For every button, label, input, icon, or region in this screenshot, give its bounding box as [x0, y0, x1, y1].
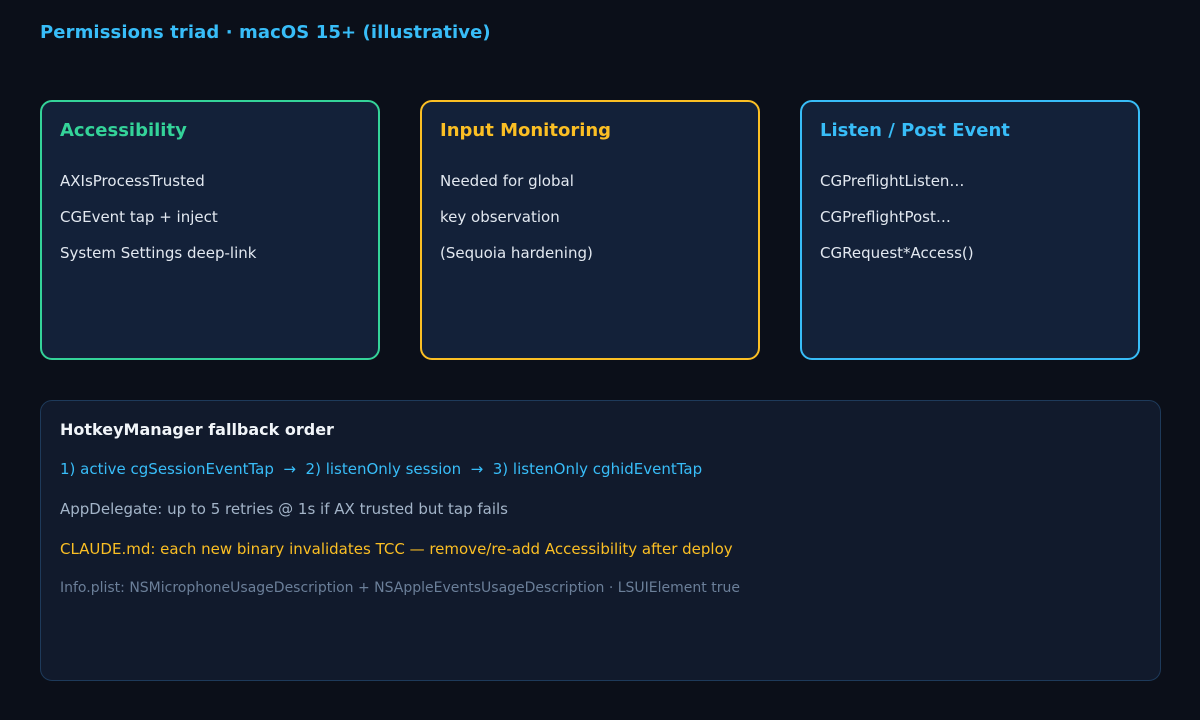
- diagram-canvas: Permissions triad · macOS 15+ (illustrat…: [0, 0, 1200, 720]
- card-accessibility: Accessibility AXIsProcessTrusted CGEvent…: [40, 100, 380, 360]
- card-title: Input Monitoring: [440, 120, 612, 141]
- panel-heading: HotkeyManager fallback order: [60, 420, 334, 439]
- card-line: CGRequest*Access(): [820, 244, 974, 262]
- card-title: Listen / Post Event: [820, 120, 1010, 141]
- card-line: key observation: [440, 208, 560, 226]
- claude-md-note: CLAUDE.md: each new binary invalidates T…: [60, 540, 733, 558]
- card-line: (Sequoia hardening): [440, 244, 593, 262]
- card-line: Needed for global: [440, 172, 574, 190]
- card-title: Accessibility: [60, 120, 187, 141]
- retries-line: AppDelegate: up to 5 retries @ 1s if AX …: [60, 500, 509, 518]
- card-line: CGEvent tap + inject: [60, 208, 218, 226]
- card-line: AXIsProcessTrusted: [60, 172, 205, 190]
- fallback-panel: HotkeyManager fallback order 1) active c…: [40, 400, 1161, 681]
- card-line: CGPreflightPost…: [820, 208, 951, 226]
- card-input-monitoring: Input Monitoring Needed for global key o…: [420, 100, 760, 360]
- fallback-order-line: 1) active cgSessionEventTap → 2) listenO…: [60, 460, 703, 478]
- info-plist-line: Info.plist: NSMicrophoneUsageDescription…: [60, 580, 740, 596]
- diagram-title: Permissions triad · macOS 15+ (illustrat…: [40, 22, 491, 43]
- card-listen-post-event: Listen / Post Event CGPreflightListen… C…: [800, 100, 1140, 360]
- card-line: CGPreflightListen…: [820, 172, 965, 190]
- card-line: System Settings deep-link: [60, 244, 257, 262]
